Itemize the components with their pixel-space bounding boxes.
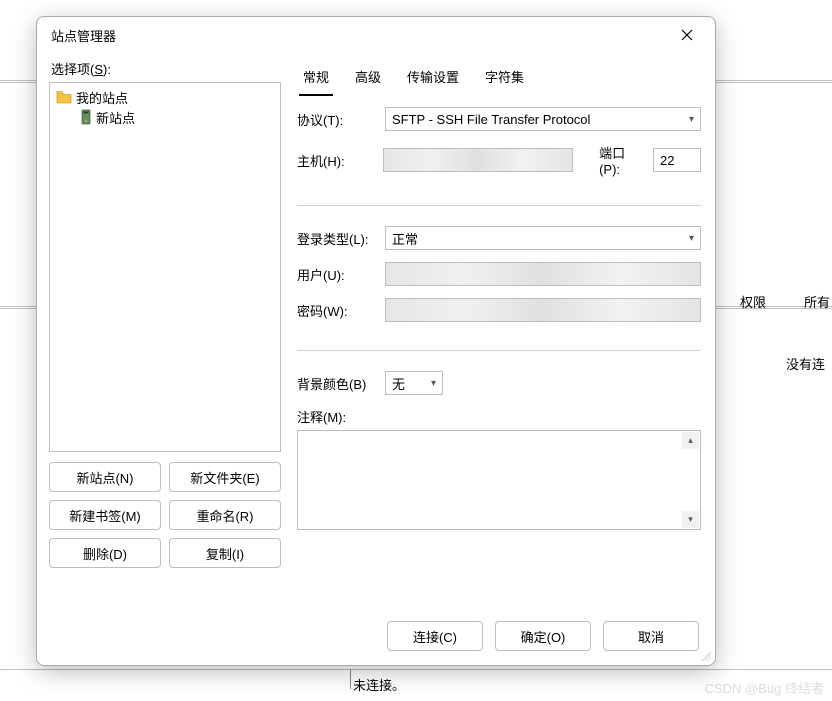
- bgcolor-value: 无: [392, 374, 405, 393]
- host-input[interactable]: [383, 148, 573, 172]
- bgcolor-select[interactable]: 无 ▾: [385, 371, 443, 395]
- statusbar-separator: [350, 669, 351, 689]
- host-label: 主机(H):: [297, 151, 375, 170]
- right-pane: 常规 高级 传输设置 字符集 协议(T): SFTP - SSH File Tr…: [295, 53, 703, 607]
- password-input[interactable]: [385, 298, 701, 322]
- logon-type-value: 正常: [392, 229, 418, 248]
- chevron-down-icon: ▾: [689, 233, 694, 244]
- logon-type-label: 登录类型(L):: [297, 229, 377, 248]
- server-icon: [80, 109, 92, 125]
- column-header-permissions[interactable]: 权限: [740, 292, 766, 311]
- notes-label: 注释(M):: [297, 407, 377, 426]
- folder-icon: [56, 90, 72, 104]
- rename-button[interactable]: 重命名(R): [169, 500, 281, 530]
- port-input[interactable]: [653, 148, 701, 172]
- tree-site-item[interactable]: 新站点: [52, 107, 278, 127]
- tab-advanced[interactable]: 高级: [351, 63, 385, 96]
- user-label: 用户(U):: [297, 265, 377, 284]
- copy-button[interactable]: 复制(I): [169, 538, 281, 568]
- statusbar-text: 未连接。: [353, 675, 405, 694]
- select-entry-label: 选择项(S):: [51, 59, 281, 78]
- tab-general[interactable]: 常规: [299, 63, 333, 96]
- connect-button[interactable]: 连接(C): [387, 621, 483, 651]
- scroll-up-button[interactable]: ▴: [682, 432, 699, 449]
- left-pane: 选择项(S): 我的站点 新站点 新站点(N): [49, 53, 281, 607]
- watermark: CSDN @Bug 终结者: [705, 678, 824, 697]
- scroll-down-button[interactable]: ▾: [682, 511, 699, 528]
- close-button[interactable]: [665, 21, 709, 49]
- titlebar: 站点管理器: [37, 17, 715, 53]
- delete-button[interactable]: 删除(D): [49, 538, 161, 568]
- protocol-select[interactable]: SFTP - SSH File Transfer Protocol ▾: [385, 107, 701, 131]
- user-input[interactable]: [385, 262, 701, 286]
- dialog-title: 站点管理器: [51, 26, 116, 45]
- new-site-button[interactable]: 新站点(N): [49, 462, 161, 492]
- tab-transfer-settings[interactable]: 传输设置: [403, 63, 463, 96]
- bgcolor-label: 背景颜色(B): [297, 374, 377, 393]
- protocol-label: 协议(T):: [297, 110, 377, 129]
- tree-root-label: 我的站点: [76, 88, 128, 107]
- logon-type-select[interactable]: 正常 ▾: [385, 226, 701, 250]
- divider: [297, 205, 701, 206]
- password-label: 密码(W):: [297, 301, 377, 320]
- new-folder-button[interactable]: 新文件夹(E): [169, 462, 281, 492]
- site-tree[interactable]: 我的站点 新站点: [49, 82, 281, 452]
- divider: [297, 350, 701, 351]
- new-bookmark-button[interactable]: 新建书签(M): [49, 500, 161, 530]
- tabs: 常规 高级 传输设置 字符集: [295, 57, 703, 97]
- close-icon: [681, 29, 693, 41]
- port-label: 端口(P):: [599, 143, 645, 177]
- cancel-button[interactable]: 取消: [603, 621, 699, 651]
- tab-charset[interactable]: 字符集: [481, 63, 528, 96]
- tree-site-label: 新站点: [96, 108, 135, 127]
- protocol-value: SFTP - SSH File Transfer Protocol: [392, 112, 590, 127]
- site-manager-dialog: 站点管理器 选择项(S): 我的站点 新: [36, 16, 716, 666]
- column-header-owner[interactable]: 所有: [804, 292, 830, 311]
- resize-grip[interactable]: [699, 649, 711, 661]
- notes-textarea[interactable]: ▴ ▾: [297, 430, 701, 530]
- dialog-footer: 连接(C) 确定(O) 取消: [37, 607, 715, 665]
- chevron-down-icon: ▾: [431, 378, 436, 389]
- empty-list-message: 没有连: [786, 354, 825, 373]
- bg-divider: [0, 669, 832, 670]
- tree-root-my-sites[interactable]: 我的站点: [52, 87, 278, 107]
- chevron-down-icon: ▾: [689, 114, 694, 125]
- ok-button[interactable]: 确定(O): [495, 621, 591, 651]
